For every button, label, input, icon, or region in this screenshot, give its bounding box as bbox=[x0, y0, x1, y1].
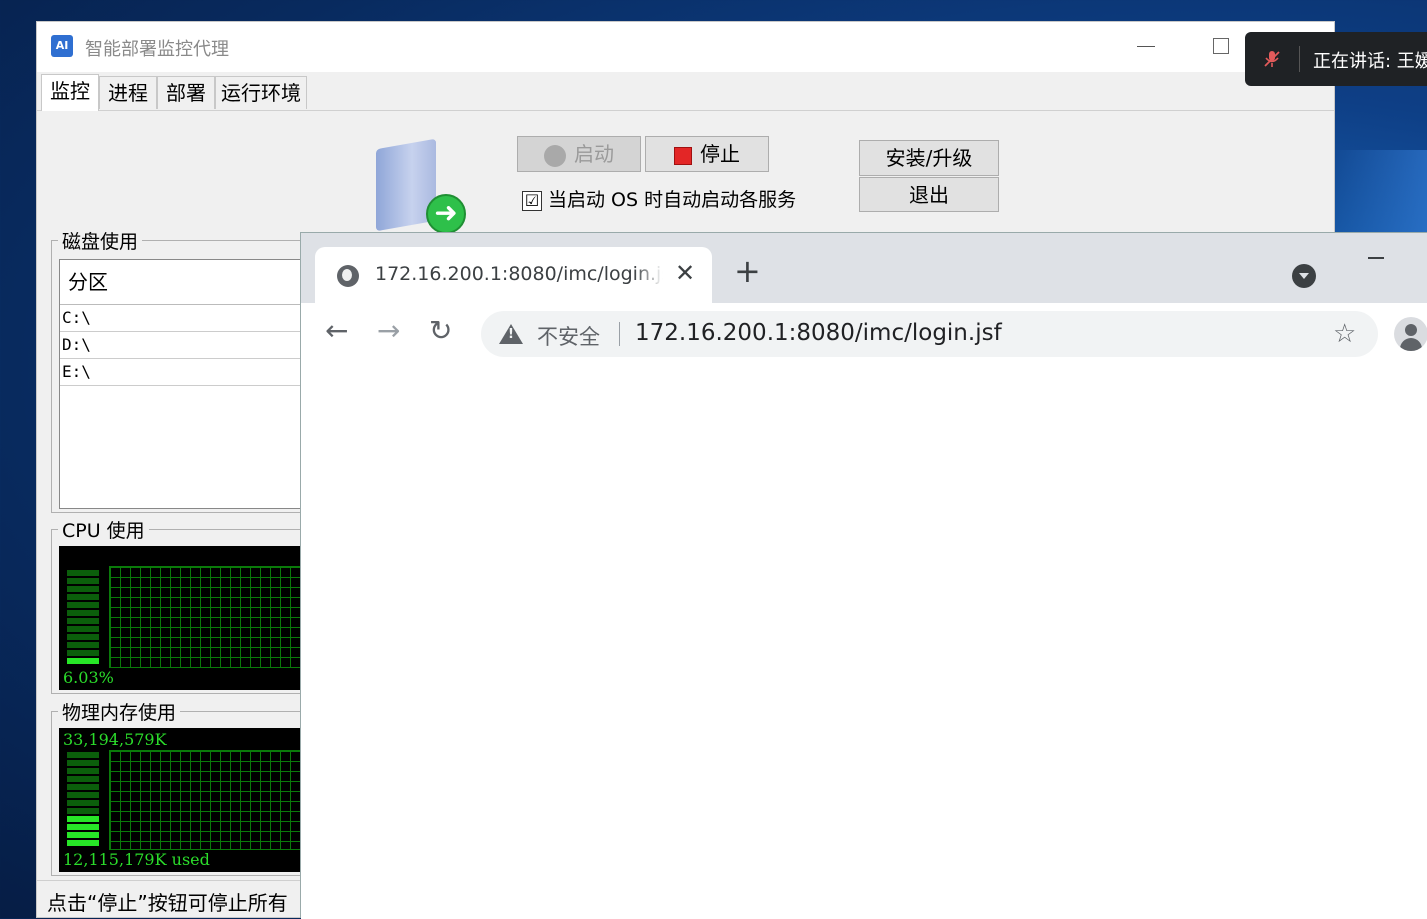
exit-button[interactable]: 退出 bbox=[859, 177, 999, 212]
tab-deploy[interactable]: 部署 bbox=[157, 76, 215, 109]
usage-bar-segment bbox=[67, 594, 99, 600]
insecure-label[interactable]: 不安全 bbox=[537, 321, 600, 351]
agent-titlebar: AI 智能部署监控代理 bbox=[37, 22, 1334, 72]
arrow-right-icon: ➜ bbox=[426, 194, 466, 234]
autostart-checkbox[interactable]: ☑ bbox=[522, 190, 542, 211]
warning-icon[interactable] bbox=[499, 324, 523, 344]
cpu-monitor: 6.03% bbox=[59, 546, 319, 690]
usage-bar-segment bbox=[67, 642, 99, 648]
usage-bar-segment bbox=[67, 760, 99, 766]
globe-icon bbox=[337, 265, 359, 287]
usage-bar-segment bbox=[67, 610, 99, 616]
tab-runtime[interactable]: 运行环境 bbox=[215, 76, 307, 109]
usage-bar-segment bbox=[67, 586, 99, 592]
play-icon bbox=[544, 144, 566, 167]
memory-total: 33,194,579K bbox=[63, 730, 167, 749]
usage-bar-segment bbox=[67, 634, 99, 640]
stop-button[interactable]: 停止 bbox=[645, 136, 769, 172]
usage-bar-segment bbox=[67, 808, 99, 814]
autostart-option[interactable]: ☑ 当启动 OS 时自动启动各服务 bbox=[522, 185, 796, 212]
maximize-button[interactable] bbox=[1213, 38, 1229, 54]
status-text: 点击“停止”按钮可停止所有 bbox=[47, 891, 288, 915]
app-icon: AI bbox=[51, 35, 73, 57]
usage-bar-segment bbox=[67, 658, 99, 664]
usage-bar-segment bbox=[67, 816, 99, 822]
usage-bar-segment bbox=[67, 618, 99, 624]
mic-off-icon[interactable] bbox=[1262, 49, 1282, 69]
usage-bar-segment bbox=[67, 578, 99, 584]
tab-bar: 监控 进程 部署 运行环境 bbox=[37, 72, 1334, 111]
usage-bar-segment bbox=[67, 800, 99, 806]
usage-bar-segment bbox=[67, 570, 99, 576]
usage-bar-segment bbox=[67, 602, 99, 608]
minimize-button[interactable] bbox=[1137, 46, 1155, 47]
browser-window: 172.16.200.1:8080/imc/login.jsf ✕ + ← → … bbox=[300, 232, 1427, 919]
stop-label: 停止 bbox=[700, 142, 740, 166]
profile-icon[interactable] bbox=[1394, 317, 1427, 351]
usage-bar-segment bbox=[67, 776, 99, 782]
memory-monitor: 33,194,579K 12,115,179K used bbox=[59, 728, 319, 872]
bookmark-star-icon[interactable]: ☆ bbox=[1333, 319, 1356, 349]
start-label: 启动 bbox=[574, 142, 614, 166]
tab-process[interactable]: 进程 bbox=[99, 76, 157, 109]
start-button[interactable]: 启动 bbox=[517, 136, 641, 172]
usage-bar-segment bbox=[67, 650, 99, 656]
memory-used: 12,115,179K used bbox=[63, 850, 210, 869]
window-title: 智能部署监控代理 bbox=[85, 39, 229, 60]
speaking-text: 正在讲话: 王媛 bbox=[1313, 51, 1427, 72]
browser-minimize-button[interactable] bbox=[1368, 257, 1384, 259]
usage-bar-segment bbox=[67, 840, 99, 846]
cpu-history-grid bbox=[109, 566, 311, 668]
usage-bar-segment bbox=[67, 824, 99, 830]
cpu-usage-bar bbox=[67, 566, 99, 666]
speaking-toast: 正在讲话: 王媛 bbox=[1245, 32, 1427, 86]
server-icon: ➜ bbox=[374, 132, 466, 234]
browser-tabbar: 172.16.200.1:8080/imc/login.jsf ✕ + bbox=[301, 233, 1427, 303]
stop-icon bbox=[674, 146, 692, 165]
browser-tab[interactable]: 172.16.200.1:8080/imc/login.jsf ✕ bbox=[315, 247, 712, 303]
autostart-label: 当启动 OS 时自动启动各服务 bbox=[548, 189, 797, 211]
install-upgrade-button[interactable]: 安装/升级 bbox=[859, 140, 999, 176]
browser-toolbar: ← → ↻ 不安全 172.16.200.1:8080/imc/login.js… bbox=[301, 303, 1427, 366]
usage-bar-segment bbox=[67, 626, 99, 632]
usage-bar-segment bbox=[67, 768, 99, 774]
cpu-value: 6.03% bbox=[63, 668, 114, 687]
memory-usage-bar bbox=[67, 750, 99, 848]
memory-usage-label: 物理内存使用 bbox=[58, 698, 181, 725]
usage-bar-segment bbox=[67, 832, 99, 838]
toast-divider bbox=[1299, 46, 1300, 72]
usage-bar-segment bbox=[67, 792, 99, 798]
cpu-usage-label: CPU 使用 bbox=[58, 516, 149, 543]
page-content[interactable] bbox=[301, 365, 1427, 919]
usage-bar-segment bbox=[67, 784, 99, 790]
usage-bar-segment bbox=[67, 752, 99, 758]
tab-search-icon[interactable] bbox=[1292, 264, 1316, 288]
close-tab-icon[interactable]: ✕ bbox=[675, 259, 695, 287]
tab-monitor[interactable]: 监控 bbox=[41, 74, 99, 111]
omnibox-separator bbox=[619, 322, 620, 346]
new-tab-button[interactable]: + bbox=[734, 255, 761, 287]
url-text[interactable]: 172.16.200.1:8080/imc/login.jsf bbox=[635, 320, 1002, 346]
address-bar[interactable]: 不安全 172.16.200.1:8080/imc/login.jsf ☆ bbox=[481, 311, 1378, 357]
reload-button[interactable]: ↻ bbox=[429, 317, 452, 345]
back-button[interactable]: ← bbox=[325, 317, 348, 345]
tab-title: 172.16.200.1:8080/imc/login.jsf bbox=[375, 263, 663, 285]
memory-history-grid bbox=[109, 750, 311, 850]
disk-usage-label: 磁盘使用 bbox=[58, 227, 143, 254]
forward-button[interactable]: → bbox=[377, 317, 400, 345]
